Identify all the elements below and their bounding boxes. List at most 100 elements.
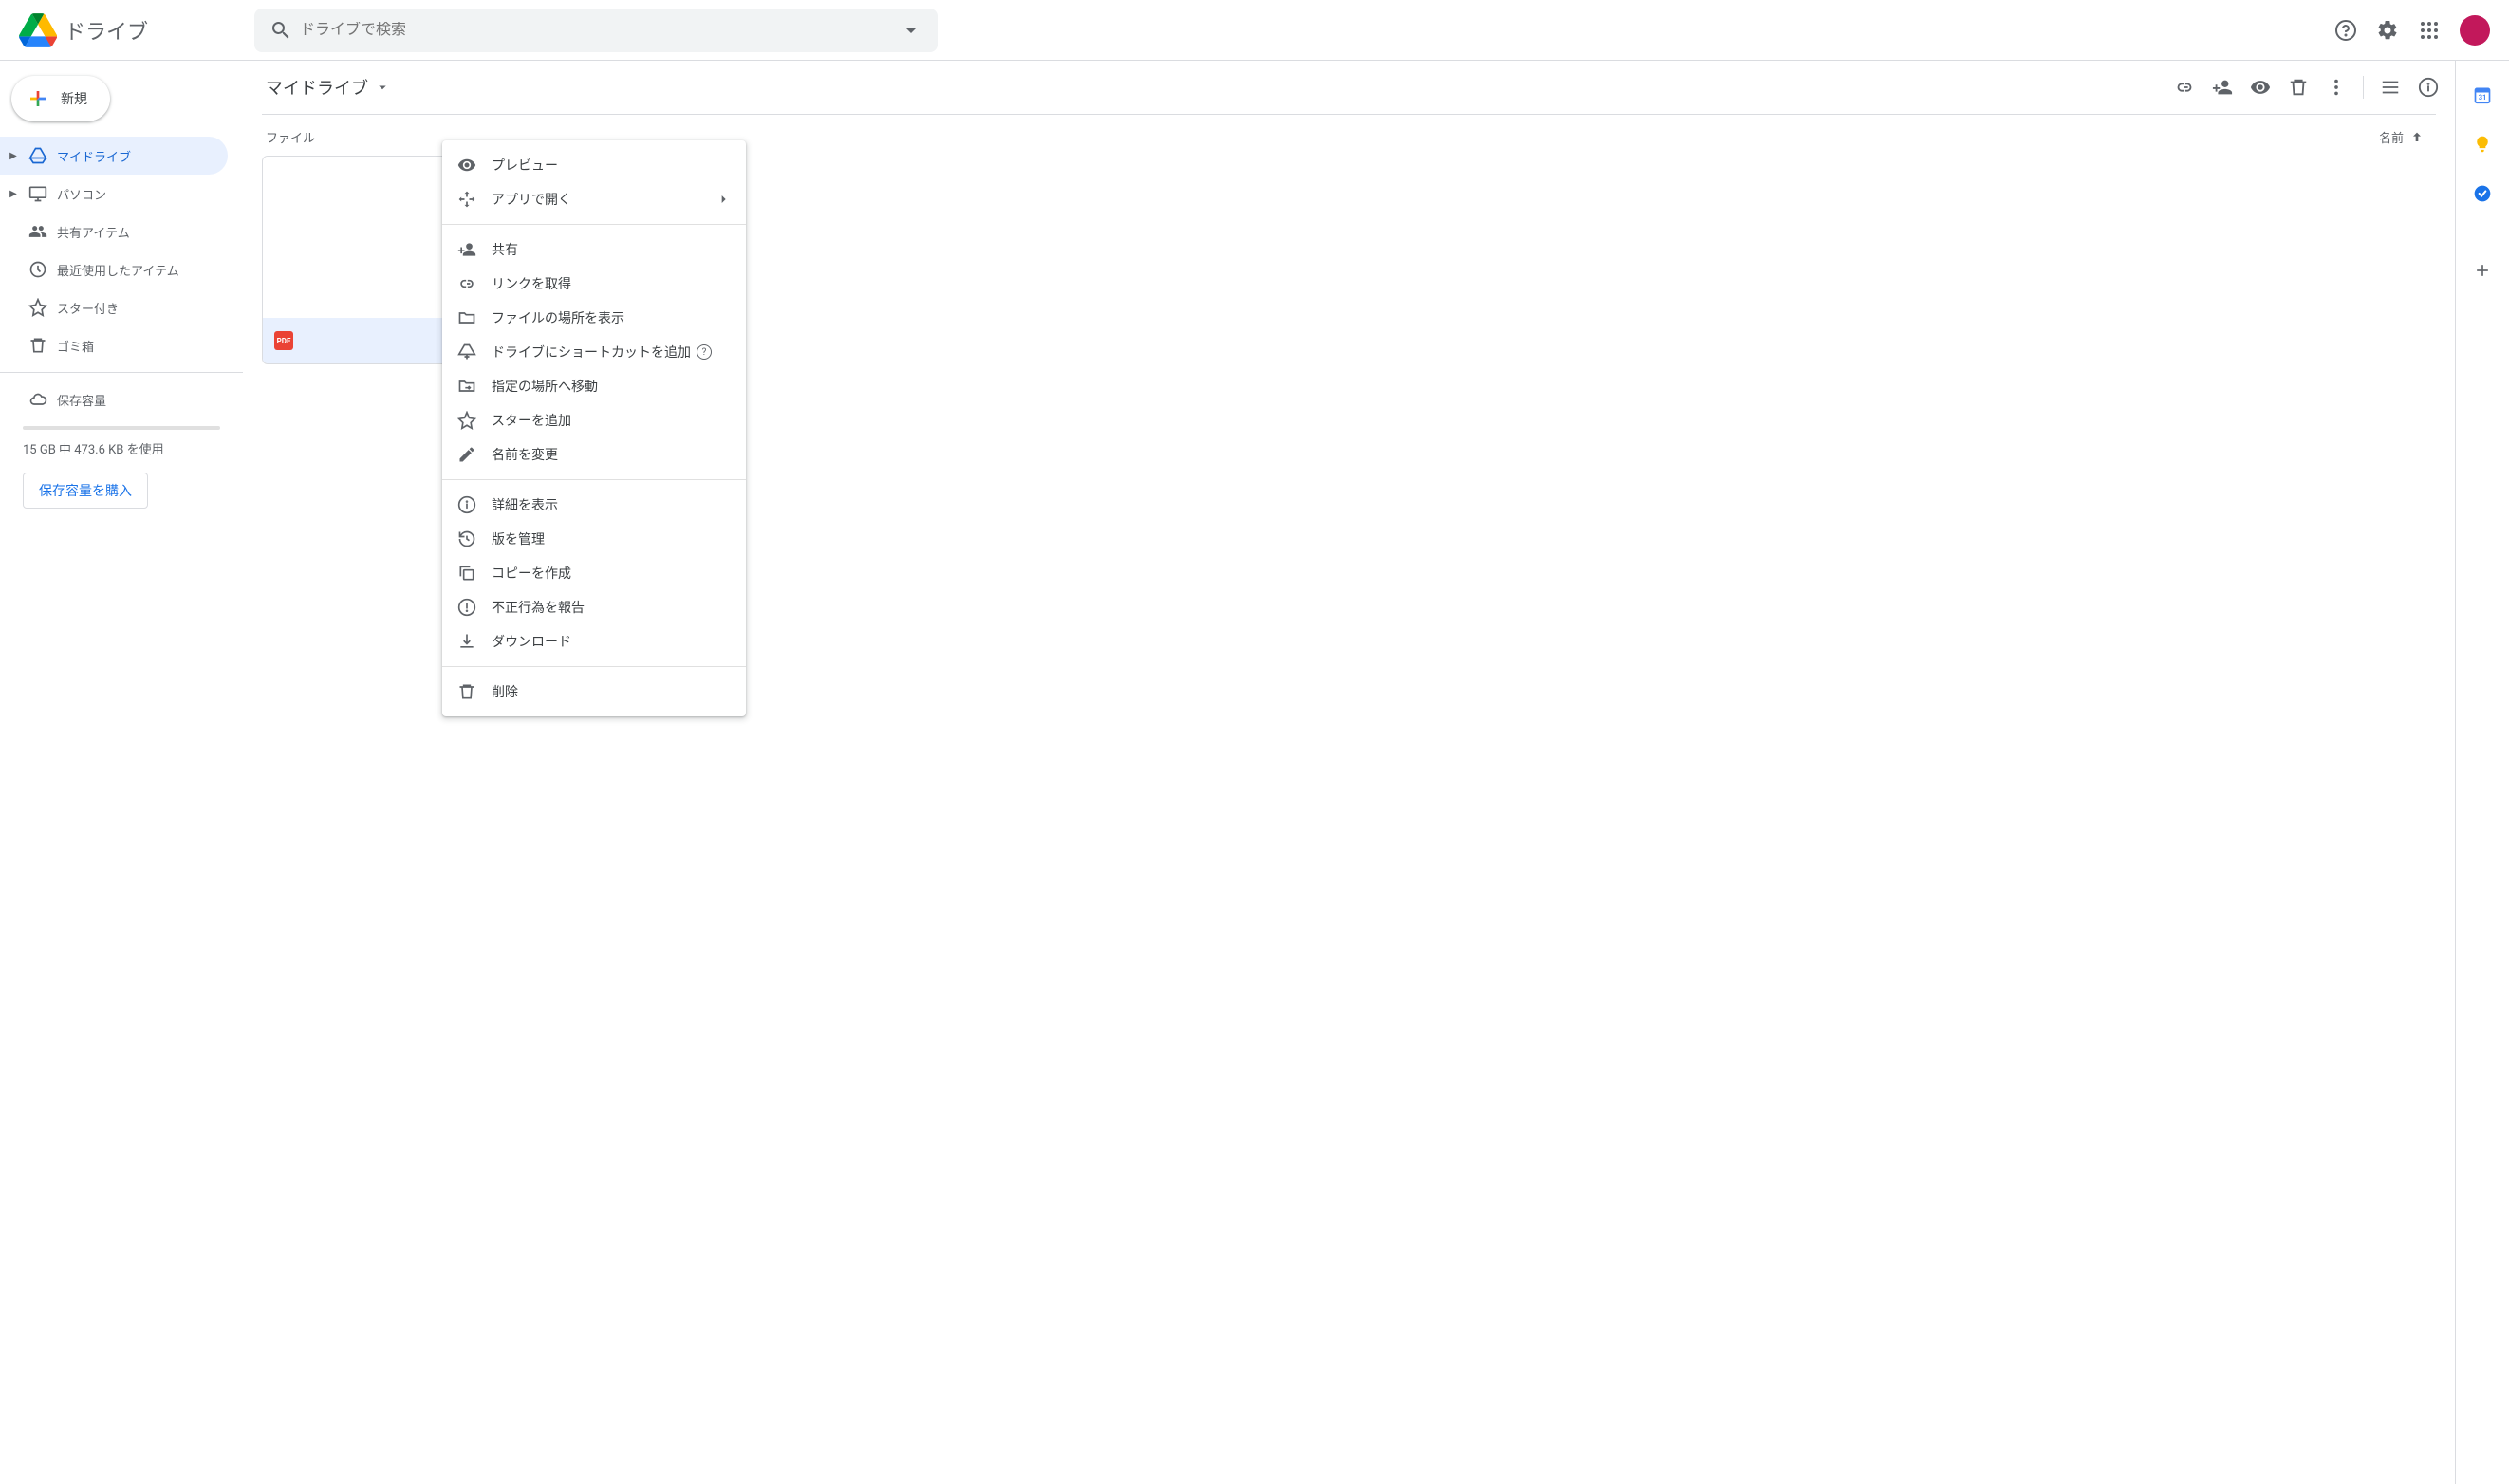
more-actions-button[interactable] bbox=[2317, 68, 2355, 106]
get-link-button[interactable] bbox=[2165, 68, 2203, 106]
sort-label: 名前 bbox=[2379, 128, 2404, 146]
section-label: ファイル bbox=[266, 128, 315, 146]
apps-button[interactable] bbox=[2410, 11, 2448, 49]
shortcut-icon bbox=[457, 343, 476, 362]
settings-button[interactable] bbox=[2369, 11, 2407, 49]
copy-icon bbox=[457, 564, 476, 583]
sidebar-item-label: ゴミ箱 bbox=[57, 337, 94, 355]
calendar-app-button[interactable]: 31 bbox=[2463, 76, 2501, 114]
help-icon[interactable]: ? bbox=[697, 344, 712, 360]
header: ドライブ bbox=[0, 0, 2509, 61]
report-icon bbox=[457, 598, 476, 617]
sidebar: 新規 ▶ マイドライブ ▶ パソコン 共有アイテム 最近使用したアイテム スター… bbox=[0, 61, 243, 1484]
separator bbox=[442, 479, 746, 480]
menu-item-label: リンクを取得 bbox=[492, 274, 571, 293]
computer-icon bbox=[27, 184, 49, 203]
sort-control[interactable]: 名前 bbox=[2379, 128, 2436, 146]
drive-logo-icon bbox=[19, 11, 57, 49]
menu-item-label: 不正行為を報告 bbox=[492, 598, 585, 617]
logo-area[interactable]: ドライブ bbox=[8, 11, 243, 49]
search-bar[interactable] bbox=[254, 9, 938, 52]
gear-icon bbox=[2376, 19, 2399, 42]
sidebar-item-label: スター付き bbox=[57, 299, 119, 317]
menu-item-label: 詳細を表示 bbox=[492, 495, 558, 514]
rename-icon bbox=[457, 445, 476, 464]
menu-item-link[interactable]: リンクを取得 bbox=[442, 267, 746, 301]
breadcrumb[interactable]: マイドライブ bbox=[262, 71, 395, 103]
details-button[interactable] bbox=[2409, 68, 2447, 106]
share-button[interactable] bbox=[2203, 68, 2241, 106]
openwith-icon bbox=[457, 190, 476, 209]
chevron-right-icon bbox=[716, 192, 731, 207]
menu-item-star[interactable]: スターを追加 bbox=[442, 403, 746, 437]
remove-button[interactable] bbox=[2279, 68, 2317, 106]
menu-item-trash[interactable]: 削除 bbox=[442, 675, 746, 709]
menu-item-moveto[interactable]: 指定の場所へ移動 bbox=[442, 369, 746, 403]
arrow-up-icon bbox=[2409, 130, 2425, 145]
menu-item-label: 共有 bbox=[492, 240, 518, 259]
header-right bbox=[2327, 11, 2501, 49]
support-button[interactable] bbox=[2327, 11, 2365, 49]
search-options-icon[interactable] bbox=[892, 11, 930, 49]
search-input[interactable] bbox=[300, 22, 892, 39]
star-icon bbox=[27, 298, 49, 317]
menu-item-report[interactable]: 不正行為を報告 bbox=[442, 590, 746, 624]
menu-item-openwith[interactable]: アプリで開く bbox=[442, 182, 746, 216]
plus-icon bbox=[27, 87, 49, 110]
person-add-icon bbox=[2212, 77, 2233, 98]
menu-item-shortcut[interactable]: ドライブにショートカットを追加? bbox=[442, 335, 746, 369]
cloud-icon bbox=[27, 390, 49, 409]
sidebar-item-starred[interactable]: スター付き bbox=[0, 288, 228, 326]
sidebar-item-shared[interactable]: 共有アイテム bbox=[0, 213, 228, 250]
menu-item-label: ファイルの場所を表示 bbox=[492, 308, 624, 327]
add-addon-button[interactable] bbox=[2463, 251, 2501, 289]
view-toggle-button[interactable] bbox=[2371, 68, 2409, 106]
menu-item-folder[interactable]: ファイルの場所を表示 bbox=[442, 301, 746, 335]
star-icon bbox=[457, 411, 476, 430]
svg-text:31: 31 bbox=[2479, 93, 2487, 102]
info-icon bbox=[457, 495, 476, 514]
menu-item-copy[interactable]: コピーを作成 bbox=[442, 556, 746, 590]
account-avatar[interactable] bbox=[2460, 15, 2490, 46]
menu-item-info[interactable]: 詳細を表示 bbox=[442, 488, 746, 522]
sidebar-item-storage[interactable]: 保存容量 bbox=[0, 380, 228, 418]
link-icon bbox=[457, 274, 476, 293]
trash-icon bbox=[27, 336, 49, 355]
trash-icon bbox=[2288, 77, 2309, 98]
storage-area: 15 GB 中 473.6 KB を使用 保存容量を購入 bbox=[0, 418, 243, 509]
sidebar-item-computers[interactable]: ▶ パソコン bbox=[0, 175, 228, 213]
new-button[interactable]: 新規 bbox=[11, 76, 110, 121]
sidebar-item-label: パソコン bbox=[57, 185, 106, 203]
keep-app-button[interactable] bbox=[2463, 125, 2501, 163]
menu-item-label: スターを追加 bbox=[492, 411, 571, 430]
buy-storage-button[interactable]: 保存容量を購入 bbox=[23, 473, 148, 509]
separator bbox=[0, 372, 243, 373]
eye-icon bbox=[457, 156, 476, 175]
keep-icon bbox=[2473, 135, 2492, 154]
plus-icon bbox=[2473, 261, 2492, 280]
menu-item-eye[interactable]: プレビュー bbox=[442, 148, 746, 182]
separator bbox=[442, 666, 746, 667]
menu-item-download[interactable]: ダウンロード bbox=[442, 624, 746, 659]
preview-button[interactable] bbox=[2241, 68, 2279, 106]
tasks-app-button[interactable] bbox=[2463, 175, 2501, 213]
sidebar-item-trash[interactable]: ゴミ箱 bbox=[0, 326, 228, 364]
more-vert-icon bbox=[2326, 77, 2347, 98]
content-body: ファイル 名前 PDF プレビューアプリで開く共有リンクを取得ファイルの場所を表… bbox=[243, 114, 2455, 1484]
search-icon[interactable] bbox=[262, 11, 300, 49]
context-menu: プレビューアプリで開く共有リンクを取得ファイルの場所を表示ドライブにショートカッ… bbox=[442, 140, 746, 716]
chevron-right-icon: ▶ bbox=[8, 189, 19, 199]
menu-item-label: ダウンロード bbox=[492, 632, 571, 651]
file-card[interactable]: PDF bbox=[262, 156, 471, 364]
menu-item-label: プレビュー bbox=[492, 156, 558, 175]
sidebar-item-mydrive[interactable]: ▶ マイドライブ bbox=[0, 137, 228, 175]
personadd-icon bbox=[457, 240, 476, 259]
sidebar-item-recent[interactable]: 最近使用したアイテム bbox=[0, 250, 228, 288]
tasks-icon bbox=[2473, 184, 2492, 203]
file-footer: PDF bbox=[263, 318, 470, 363]
menu-item-history[interactable]: 版を管理 bbox=[442, 522, 746, 556]
menu-item-label: ドライブにショートカットを追加 bbox=[492, 343, 691, 362]
clock-icon bbox=[27, 260, 49, 279]
menu-item-personadd[interactable]: 共有 bbox=[442, 232, 746, 267]
menu-item-rename[interactable]: 名前を変更 bbox=[442, 437, 746, 472]
